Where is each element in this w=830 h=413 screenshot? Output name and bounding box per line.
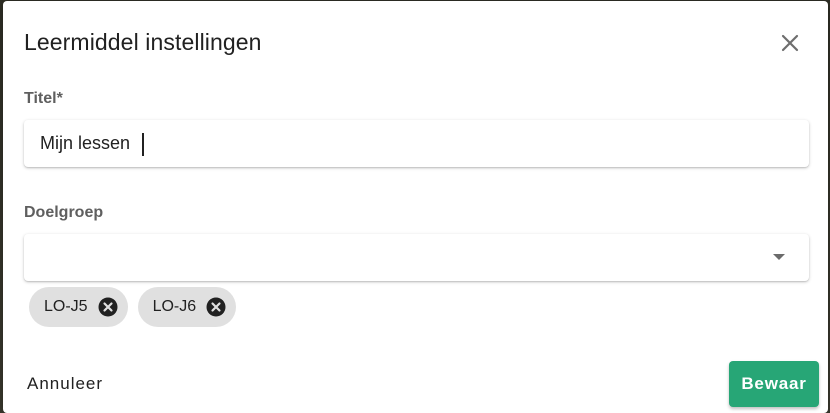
circle-x-icon: [98, 297, 118, 317]
chip-label: LO-J6: [152, 298, 197, 315]
titel-field[interactable]: [24, 120, 809, 167]
chip-remove-button[interactable]: [206, 297, 226, 317]
chip-lo-j5: LO-J5: [29, 287, 128, 327]
chip-lo-j6: LO-J6: [137, 287, 237, 327]
save-button[interactable]: Bewaar: [729, 361, 819, 407]
chip-remove-button[interactable]: [98, 297, 118, 317]
text-cursor: [142, 133, 144, 156]
doelgroep-chip-list: LO-J5 LO-J6: [29, 287, 237, 327]
circle-x-icon: [206, 297, 226, 317]
close-button[interactable]: [778, 31, 802, 55]
close-icon: [781, 34, 799, 52]
settings-dialog: Leermiddel instellingen Titel* Doelgroep…: [3, 1, 828, 413]
chip-label: LO-J5: [44, 298, 88, 315]
triangle-down-icon: [773, 254, 785, 260]
doelgroep-label: Doelgroep: [24, 204, 104, 221]
doelgroep-select[interactable]: [24, 234, 809, 281]
cancel-button[interactable]: Annuleer: [17, 365, 113, 403]
titel-label: Titel*: [24, 90, 63, 107]
dialog-title: Leermiddel instellingen: [24, 29, 262, 55]
